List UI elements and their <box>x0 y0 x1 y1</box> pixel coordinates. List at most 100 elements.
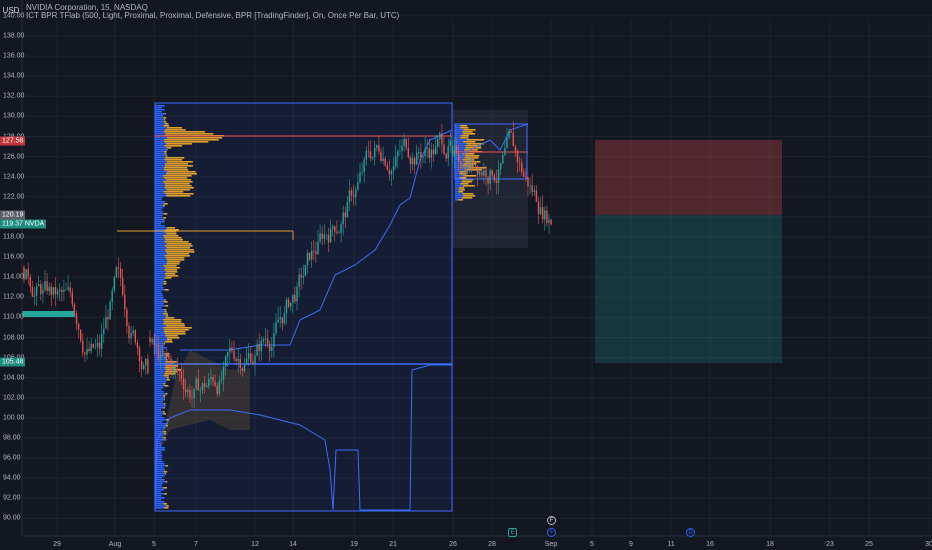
profile-bar <box>460 135 469 137</box>
candle-body <box>518 162 521 163</box>
profile-bar <box>155 333 165 335</box>
candle-body <box>302 276 304 278</box>
candle-body <box>462 164 464 169</box>
profile-bar <box>155 303 164 305</box>
candle-body <box>71 292 73 305</box>
profile-bar <box>155 271 167 273</box>
candle-body <box>420 151 422 158</box>
candle-body <box>56 291 59 295</box>
profile-bar <box>164 249 194 251</box>
profile-bar <box>155 119 164 121</box>
candle-body <box>439 133 441 140</box>
profile-bar <box>155 167 164 169</box>
candle-body <box>157 344 160 359</box>
candle-body <box>500 163 502 170</box>
candle-body <box>537 201 540 215</box>
candle-body <box>514 146 517 151</box>
profile-bar <box>163 125 170 127</box>
profile-bar <box>463 175 477 177</box>
profile-bar <box>165 325 185 327</box>
candle-body <box>525 176 527 178</box>
candle-body <box>109 302 111 320</box>
profile-bar <box>155 219 164 221</box>
candle-body <box>529 185 531 187</box>
profile-bar <box>155 311 166 313</box>
profile-bar <box>155 337 167 339</box>
profile-bar <box>165 239 183 241</box>
profile-bar <box>155 157 165 159</box>
candle-body <box>235 359 237 361</box>
candle-body <box>306 252 309 266</box>
candle-body <box>281 317 283 324</box>
symbol-name: NVDA <box>24 220 45 228</box>
profile-bar <box>164 113 166 115</box>
profile-bar <box>155 379 167 381</box>
profile-bar <box>165 251 195 253</box>
plus-marker-icon[interactable]: + <box>547 528 556 537</box>
profile-bar <box>463 195 476 197</box>
profile-bar <box>155 117 164 119</box>
candle-body <box>258 344 260 352</box>
profile-bar <box>455 181 462 183</box>
profile-bar <box>155 265 164 267</box>
candle-body <box>94 346 97 348</box>
profile-bar <box>155 419 167 421</box>
price-tick-label: 102.00 <box>3 394 25 402</box>
profile-bar <box>155 233 167 235</box>
profile-bar <box>163 213 168 215</box>
profile-bar <box>155 387 164 389</box>
candle-body <box>164 353 166 355</box>
candle-body <box>117 267 120 269</box>
candle-body <box>315 251 317 254</box>
profile-bar <box>166 505 169 507</box>
candle-body <box>476 165 479 175</box>
candle-body <box>416 152 418 165</box>
candle-body <box>308 252 311 260</box>
chart-canvas[interactable] <box>0 0 932 550</box>
profile-bar <box>165 257 185 259</box>
profile-bar <box>164 473 166 475</box>
profile-bar <box>455 193 463 195</box>
dividend-marker-icon[interactable]: D <box>686 528 695 537</box>
flag-marker-icon[interactable]: F <box>547 516 556 525</box>
profile-bar <box>155 263 167 265</box>
profile-bar <box>155 159 165 161</box>
profile-bar <box>155 259 167 261</box>
profile-bar <box>155 225 165 227</box>
candle-body <box>535 190 538 202</box>
profile-bar <box>166 233 177 235</box>
candle-body <box>149 337 151 343</box>
profile-bar <box>163 375 169 377</box>
profile-bar <box>164 187 194 189</box>
profile-bar <box>155 175 164 177</box>
profile-bar <box>155 339 167 341</box>
candle-body <box>119 268 122 278</box>
indicator-title[interactable]: ICT BPR TFlab (500, Light, Proximal, Pro… <box>26 11 399 20</box>
profile-bar <box>155 217 164 219</box>
candle-body <box>287 299 290 307</box>
profile-bar <box>163 283 167 285</box>
profile-bar <box>163 397 165 399</box>
currency-label[interactable]: USD <box>0 0 22 20</box>
profile-bar <box>455 131 463 133</box>
profile-bar <box>155 299 165 301</box>
profile-bar <box>155 365 166 367</box>
profile-bar <box>155 253 167 255</box>
candle-body <box>527 177 529 187</box>
symbol-price-badge: 119.37 NVDA <box>0 219 47 229</box>
profile-bar <box>164 169 189 171</box>
profile-bar <box>163 117 167 119</box>
candle-body <box>413 158 416 165</box>
profile-bar <box>163 219 165 221</box>
candle-body <box>252 361 254 365</box>
profile-bar <box>155 327 164 329</box>
earnings-marker-icon[interactable]: E <box>508 528 517 537</box>
profile-bar <box>165 481 168 483</box>
candle-body <box>407 148 409 158</box>
profile-bar <box>155 143 167 145</box>
profile-bar <box>164 329 189 331</box>
time-tick-label: Sep <box>544 541 558 548</box>
candle-body <box>395 156 397 167</box>
candle-body <box>544 210 546 220</box>
candle-body <box>105 316 107 329</box>
